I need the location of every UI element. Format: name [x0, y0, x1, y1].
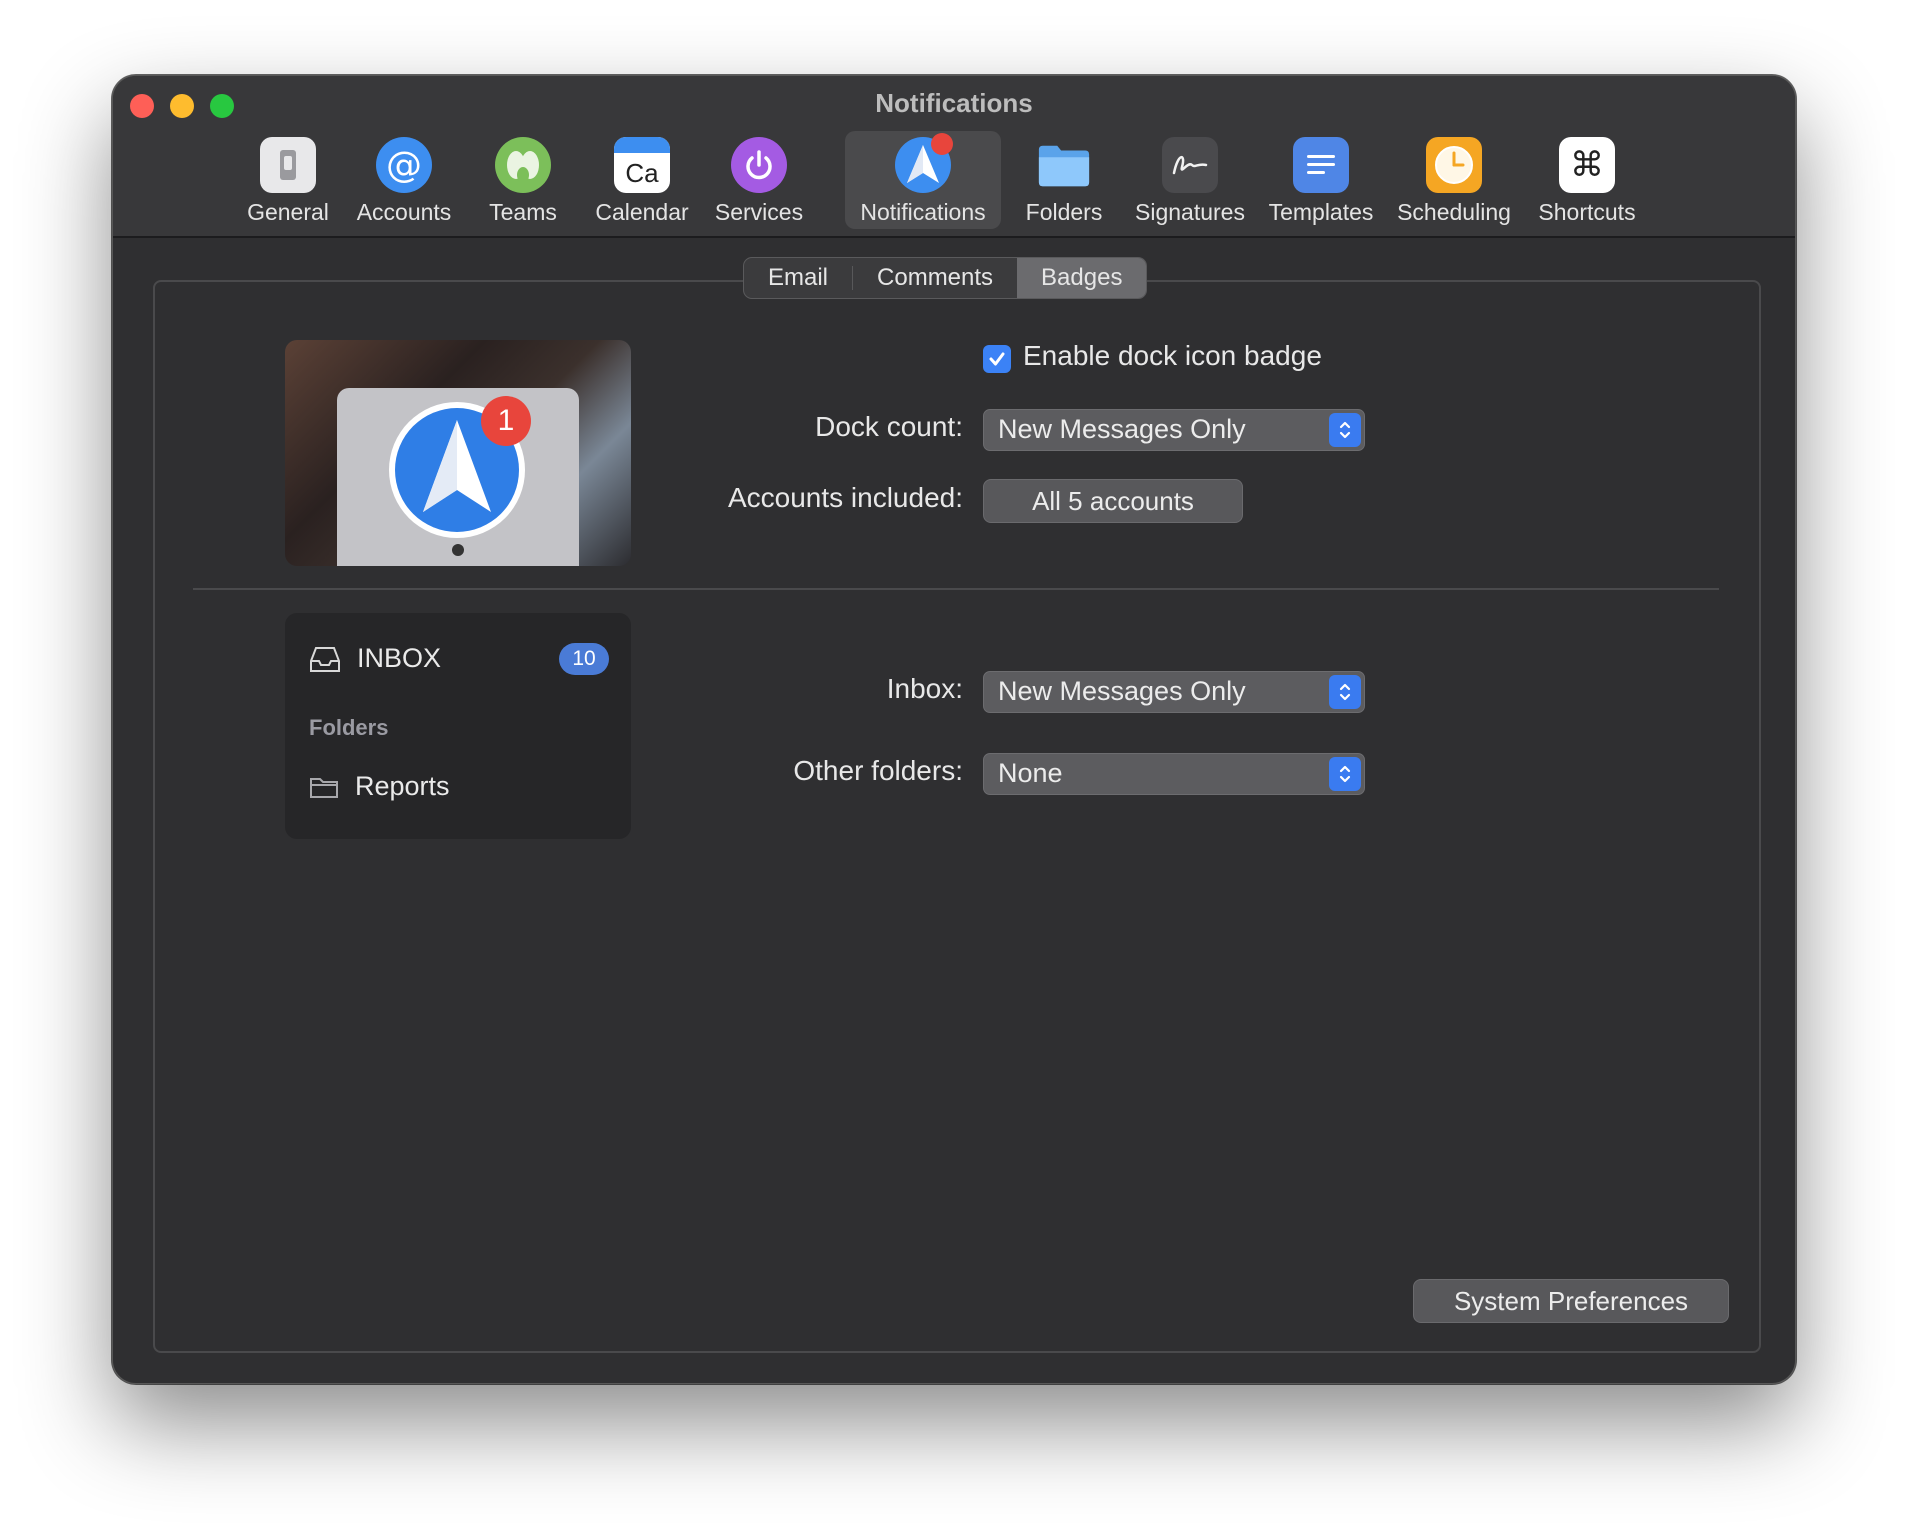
- dock-count-select[interactable]: New Messages Only: [983, 409, 1365, 451]
- preferences-window: Notifications General @ Accounts Teams C…: [112, 75, 1796, 1384]
- checkmark-icon: [989, 352, 1005, 366]
- toolbar-item-templates[interactable]: Templates: [1261, 131, 1381, 229]
- toolbar-item-general[interactable]: General: [243, 131, 333, 229]
- toolbar-item-label: Notifications: [860, 199, 986, 225]
- toolbar-item-label: Scheduling: [1397, 199, 1511, 225]
- dock-count-value: New Messages Only: [998, 414, 1246, 444]
- accounts-included-button[interactable]: All 5 accounts: [983, 479, 1243, 523]
- updown-chevron-icon: [1329, 757, 1361, 791]
- mailbox-list: INBOX 10 Folders Reports: [285, 613, 631, 839]
- other-folders-label: Other folders:: [793, 755, 963, 786]
- dock-badge-preview: 1: [285, 340, 631, 566]
- accounts-included-label: Accounts included:: [727, 482, 963, 513]
- folder-icon: [1036, 137, 1092, 193]
- toolbar-item-label: Folders: [1025, 199, 1103, 225]
- clock-icon: [1426, 137, 1482, 193]
- enable-dock-badge-label: Enable dock icon badge: [1023, 340, 1322, 371]
- section-divider: [193, 588, 1719, 590]
- segmented-tabs: Email Comments Badges: [743, 257, 1148, 299]
- inbox-select[interactable]: New Messages Only: [983, 671, 1365, 713]
- toolbar-item-notifications[interactable]: Notifications: [845, 131, 1001, 229]
- reports-folder-label: Reports: [355, 771, 450, 801]
- running-indicator-dot: [452, 544, 464, 556]
- toolbar-item-accounts[interactable]: @ Accounts: [349, 131, 459, 229]
- dock-badge-count: 1: [481, 396, 531, 446]
- toolbar-item-teams[interactable]: Teams: [473, 131, 573, 229]
- toolbar-item-label: General: [247, 199, 329, 225]
- power-icon: [731, 137, 787, 193]
- inbox-select-value: New Messages Only: [998, 676, 1246, 706]
- inbox-setting-label: Inbox:: [886, 673, 963, 704]
- general-icon: [260, 137, 316, 193]
- toolbar-item-services[interactable]: Services: [709, 131, 809, 229]
- toolbar-item-label: Signatures: [1135, 199, 1245, 225]
- toolbar-item-label: Teams: [489, 199, 557, 225]
- tab-badges[interactable]: Badges: [1017, 258, 1147, 298]
- teams-icon: [495, 137, 551, 193]
- other-folders-value: None: [998, 758, 1063, 788]
- dock-count-label: Dock count:: [815, 411, 963, 442]
- enable-dock-badge-checkbox[interactable]: [983, 345, 1011, 373]
- toolbar-item-calendar[interactable]: Ca Calendar: [587, 131, 697, 229]
- signature-icon: [1162, 137, 1218, 193]
- toolbar-item-label: Templates: [1268, 199, 1374, 225]
- folder-outline-icon: [310, 777, 338, 798]
- spark-logo-icon: [895, 133, 953, 193]
- template-icon: [1293, 137, 1349, 193]
- toolbar-item-signatures[interactable]: Signatures: [1125, 131, 1255, 229]
- other-folders-select[interactable]: None: [983, 753, 1365, 795]
- mailbox-row-inbox[interactable]: INBOX: [309, 643, 441, 674]
- folders-section-header: Folders: [309, 715, 389, 740]
- toolbar-item-label: Services: [714, 199, 804, 225]
- toolbar: Notifications General @ Accounts Teams C…: [113, 76, 1795, 238]
- toolbar-item-shortcuts[interactable]: ⌘ Shortcuts: [1527, 131, 1647, 229]
- window-title: Notifications: [875, 88, 1033, 118]
- notification-dot: [931, 133, 953, 155]
- toolbar-item-label: Accounts: [356, 199, 452, 225]
- inbox-count-badge: 10: [559, 643, 609, 675]
- mailbox-row-reports[interactable]: Reports: [309, 771, 450, 802]
- at-sign-icon: @: [376, 137, 432, 193]
- toolbar-item-label: Calendar: [595, 199, 689, 225]
- inbox-label: INBOX: [357, 643, 442, 673]
- toolbar-item-scheduling[interactable]: Scheduling: [1389, 131, 1519, 229]
- calendar-icon: Ca: [614, 137, 670, 193]
- toolbar-item-label: Shortcuts: [1538, 199, 1636, 225]
- tab-comments[interactable]: Comments: [853, 258, 1017, 298]
- updown-chevron-icon: [1329, 413, 1361, 447]
- tab-email[interactable]: Email: [744, 258, 852, 298]
- command-icon: ⌘: [1559, 137, 1615, 193]
- inbox-tray-icon: [310, 646, 340, 672]
- updown-chevron-icon: [1329, 675, 1361, 709]
- toolbar-item-folders[interactable]: Folders: [1011, 131, 1117, 229]
- system-preferences-button[interactable]: System Preferences: [1413, 1279, 1729, 1323]
